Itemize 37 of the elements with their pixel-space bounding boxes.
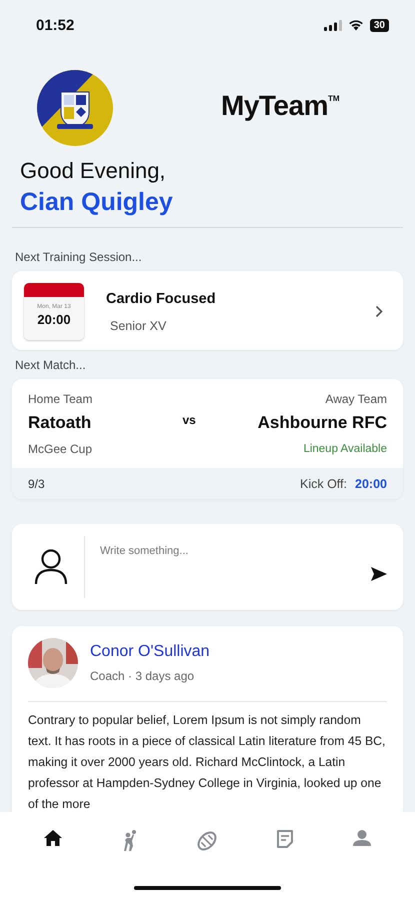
- lineup-status: Lineup Available: [302, 443, 387, 455]
- home-team: Ratoath: [28, 412, 92, 434]
- user-icon: [34, 549, 68, 585]
- home-icon[interactable]: [44, 830, 62, 846]
- kickoff-time: 20:00: [355, 476, 387, 490]
- author-name[interactable]: Conor O'Sullivan: [90, 643, 210, 661]
- post-input-field[interactable]: Write something...: [100, 535, 371, 599]
- battery-icon: 30: [370, 18, 389, 32]
- person-icon[interactable]: [353, 830, 372, 846]
- home-label: Home Team: [28, 392, 94, 406]
- greeting-text: Good Evening,: [19, 157, 167, 184]
- kickoff-label: Kick Off:: [300, 476, 348, 490]
- squad-name: Senior XV: [109, 318, 168, 332]
- player-icon[interactable]: [123, 830, 138, 852]
- section-label: Next Match...: [14, 357, 87, 372]
- calendar-header: [24, 283, 84, 297]
- post-meta: Coach · 3 days ago: [90, 669, 196, 683]
- match-date: 9/3: [28, 476, 45, 490]
- session-title: Cardio Focused: [106, 290, 217, 306]
- away-label: Away Team: [324, 392, 387, 406]
- status-time: 01:52: [36, 16, 74, 34]
- signal-icon: [324, 20, 342, 30]
- away-team: Ashbourne RFC: [256, 412, 387, 434]
- chevron-right-icon[interactable]: [375, 305, 383, 318]
- match-card[interactable]: Home Team Away Team Ratoath vs Ashbourne RFC McGee Cup Lineup Available 9/3 Kick Off: 20:00: [12, 379, 403, 499]
- versus-text: vs: [182, 413, 197, 427]
- post-composer[interactable]: Write something...: [12, 524, 403, 610]
- rugby-ball-icon[interactable]: [196, 830, 218, 852]
- section-label: Next Training Session...: [14, 249, 143, 264]
- wifi-icon: [348, 19, 364, 31]
- calendar-time: 20:00: [37, 312, 71, 327]
- user-name: Cian Quigley: [19, 187, 174, 217]
- post-text: Contrary to popular belief, Lorem Ipsum is not simply random text. It has roots in a piece of classical Latin literature from 45 BC, making it over 2000 years old. Richard McClintock, a Latin professor at Hampden-Sydney College in Virginia, looked up one of the more: [28, 712, 386, 813]
- note-icon[interactable]: [276, 830, 294, 848]
- competition-name: McGee Cup: [28, 442, 94, 456]
- app-logo: MyTeam$^{TM}$: [221, 90, 340, 122]
- send-icon[interactable]: [371, 567, 387, 581]
